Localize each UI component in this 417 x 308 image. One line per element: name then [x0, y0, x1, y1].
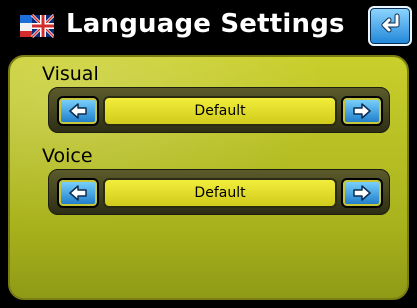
settings-panel: Visual Default Voice Default [8, 55, 409, 300]
arrow-left-icon [69, 185, 87, 201]
voice-next-button[interactable] [341, 178, 383, 208]
language-settings-screen: Language Settings Visual Default Voice D… [0, 0, 417, 308]
visual-previous-button[interactable] [57, 96, 99, 126]
visual-language-value: Default [103, 96, 337, 126]
voice-label: Voice [42, 145, 93, 167]
arrow-left-icon [69, 103, 87, 119]
flag-icon [20, 13, 56, 39]
arrow-right-icon [353, 103, 371, 119]
return-arrow-icon [381, 13, 400, 33]
visual-language-row: Default [48, 87, 390, 133]
visual-next-button[interactable] [341, 96, 383, 126]
voice-previous-button[interactable] [57, 178, 99, 208]
voice-language-row: Default [48, 169, 390, 215]
voice-language-value: Default [103, 178, 337, 208]
header-bar: Language Settings [0, 0, 417, 50]
visual-label: Visual [42, 63, 99, 85]
arrow-right-icon [353, 185, 371, 201]
page-title: Language Settings [66, 9, 345, 39]
back-button[interactable] [368, 6, 412, 46]
